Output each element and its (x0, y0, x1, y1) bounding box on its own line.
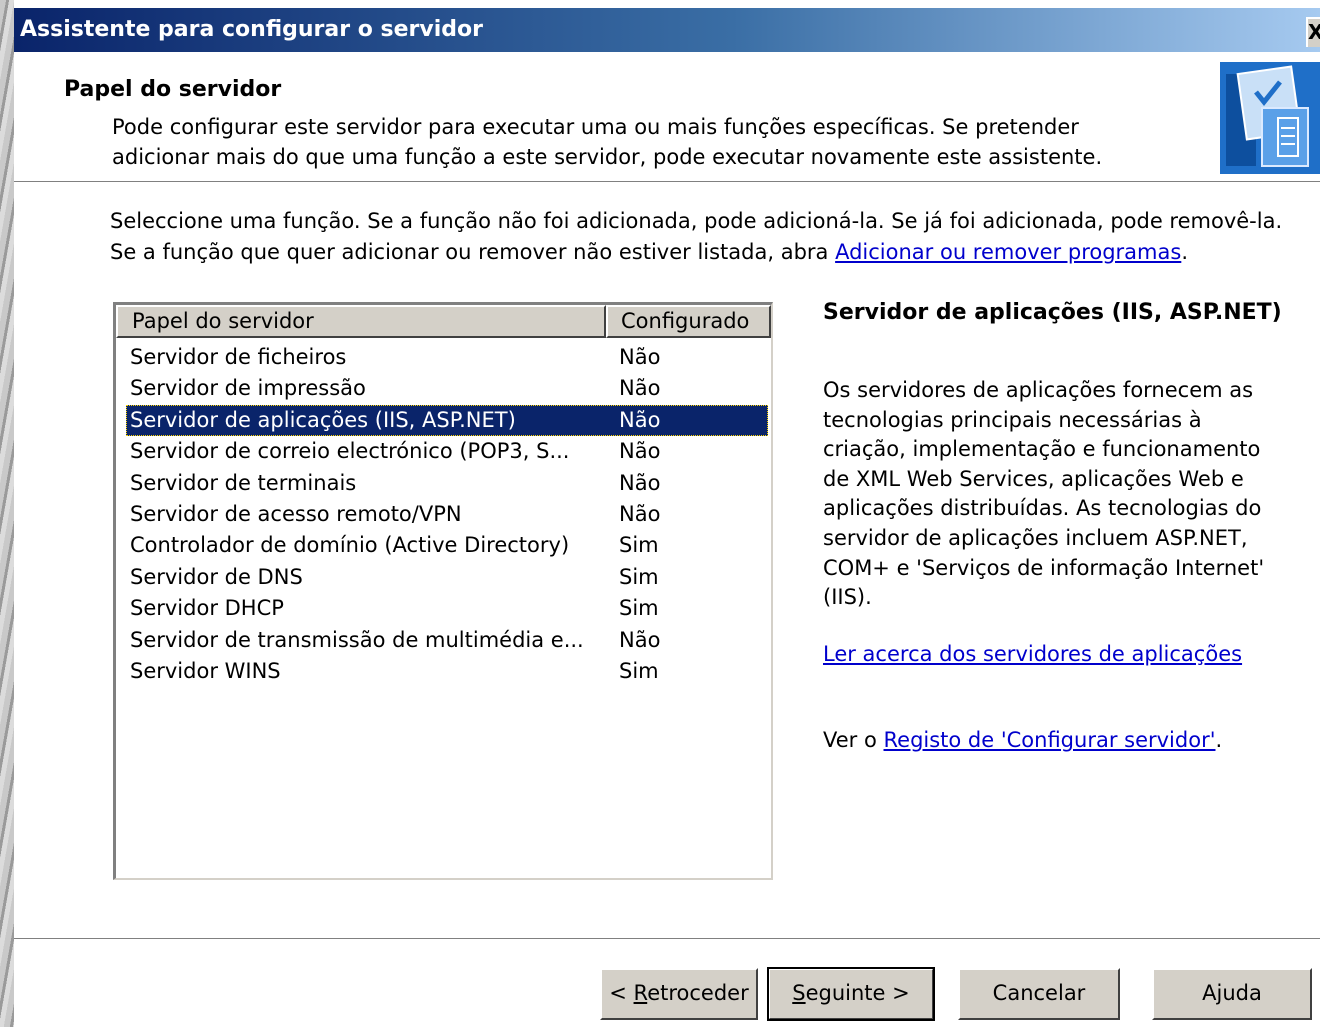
next-accesskey: S (792, 981, 806, 1005)
instructions-line-1: Seleccione uma função. Se a função não f… (110, 209, 1283, 233)
role-configured: Sim (619, 596, 659, 621)
wizard-header: Papel do servidor Pode configurar este s… (14, 52, 1320, 182)
role-name: Controlador de domínio (Active Directory… (130, 533, 570, 558)
wizard-window: Assistente para configurar o servidor X … (14, 0, 1320, 1027)
column-header-configured[interactable]: Configurado (606, 305, 771, 338)
role-name: Servidor de terminais (130, 470, 357, 495)
role-configured: Não (619, 627, 661, 652)
list-row[interactable]: Servidor de correio electrónico (POP3, S… (116, 436, 771, 467)
role-name: Servidor de correio electrónico (POP3, S… (130, 439, 570, 464)
role-name: Servidor de acesso remoto/VPN (130, 501, 462, 526)
back-label: etroceder (647, 981, 749, 1005)
footer-divider (14, 938, 1320, 940)
back-button[interactable]: < Retroceder (600, 968, 758, 1020)
role-name: Servidor de transmissão de multimédia e.… (130, 627, 584, 652)
role-detail-panel: Servidor de aplicações (IIS, ASP.NET) Os… (823, 300, 1283, 755)
add-remove-programs-link[interactable]: Adicionar ou remover programas (835, 240, 1181, 264)
role-configured: Não (619, 470, 661, 495)
window-title: Assistente para configurar o servidor (20, 17, 483, 42)
role-configured: Não (619, 501, 661, 526)
wizard-body: Seleccione uma função. Se a função não f… (14, 184, 1320, 938)
instructions-line-2-suffix: . (1181, 240, 1188, 264)
close-icon: X (1308, 20, 1320, 44)
help-button[interactable]: Ajuda (1152, 968, 1312, 1020)
next-button[interactable]: Seguinte > (767, 967, 935, 1021)
server-checklist-icon (1220, 62, 1320, 174)
list-row[interactable]: Controlador de domínio (Active Directory… (116, 530, 771, 561)
role-configured: Não (619, 376, 661, 401)
role-configured: Não (619, 439, 661, 464)
list-row[interactable]: Servidor de terminais Não (116, 468, 771, 499)
column-header-role[interactable]: Papel do servidor (116, 305, 606, 338)
list-row-selected[interactable]: Servidor de aplicações (IIS, ASP.NET) Não (126, 404, 768, 437)
instructions-line-2: Se a função que quer adicionar ou remove… (110, 237, 1315, 268)
role-name: Servidor de impressão (130, 376, 366, 401)
role-configured: Não (619, 345, 661, 369)
role-name: Servidor WINS (130, 658, 281, 683)
list-header: Papel do servidor Configurado (116, 305, 771, 338)
log-line: Ver o Registo de 'Configurar servidor'. (823, 725, 1283, 755)
server-role-list[interactable]: Papel do servidor Configurado Servidor d… (113, 302, 773, 880)
list-row[interactable]: Servidor de acesso remoto/VPN Não (116, 499, 771, 530)
role-detail-description: Os servidores de aplicações fornecem as … (823, 378, 1265, 610)
role-name: Servidor de ficheiros (130, 345, 347, 369)
list-row[interactable]: Servidor de DNS Sim (116, 562, 771, 593)
desktop-background (0, 0, 14, 1027)
role-name: Servidor DHCP (130, 596, 284, 621)
instructions: Seleccione uma função. Se a função não f… (110, 206, 1315, 268)
list-row[interactable]: Servidor de impressão Não (116, 373, 771, 404)
role-configured: Sim (619, 658, 659, 683)
page-title: Papel do servidor (64, 77, 282, 102)
role-detail-title: Servidor de aplicações (IIS, ASP.NET) (823, 300, 1282, 325)
instructions-line-2-prefix: Se a função que quer adicionar ou remove… (110, 240, 836, 264)
page-description: Pode configurar este servidor para execu… (112, 115, 1103, 169)
list-rows: Servidor de ficheiros Não Servidor de imp… (116, 342, 771, 687)
role-configured: Não (619, 407, 661, 432)
title-bar[interactable]: Assistente para configurar o servidor X (14, 8, 1320, 52)
back-accesskey: R (633, 981, 648, 1005)
read-about-app-servers-link[interactable]: Ler acerca dos servidores de aplicações (823, 642, 1242, 666)
list-row[interactable]: Servidor WINS Sim (116, 656, 771, 687)
role-name: Servidor de aplicações (IIS, ASP.NET) (130, 407, 516, 432)
close-button[interactable]: X (1306, 17, 1320, 47)
role-configured: Sim (619, 564, 659, 589)
list-row[interactable]: Servidor de ficheiros Não (116, 342, 771, 373)
next-label: eguinte > (805, 981, 910, 1005)
role-configured: Sim (619, 533, 659, 558)
header-divider (14, 181, 1320, 183)
log-prefix: Ver o (823, 728, 884, 753)
cancel-button[interactable]: Cancelar (958, 968, 1120, 1020)
list-row[interactable]: Servidor de transmissão de multimédia e.… (116, 625, 771, 656)
back-prefix: < (609, 981, 634, 1005)
log-suffix: . (1215, 728, 1223, 753)
role-name: Servidor de DNS (130, 564, 303, 589)
configure-server-log-link[interactable]: Registo de 'Configurar servidor' (884, 728, 1216, 752)
list-row[interactable]: Servidor DHCP Sim (116, 593, 771, 624)
